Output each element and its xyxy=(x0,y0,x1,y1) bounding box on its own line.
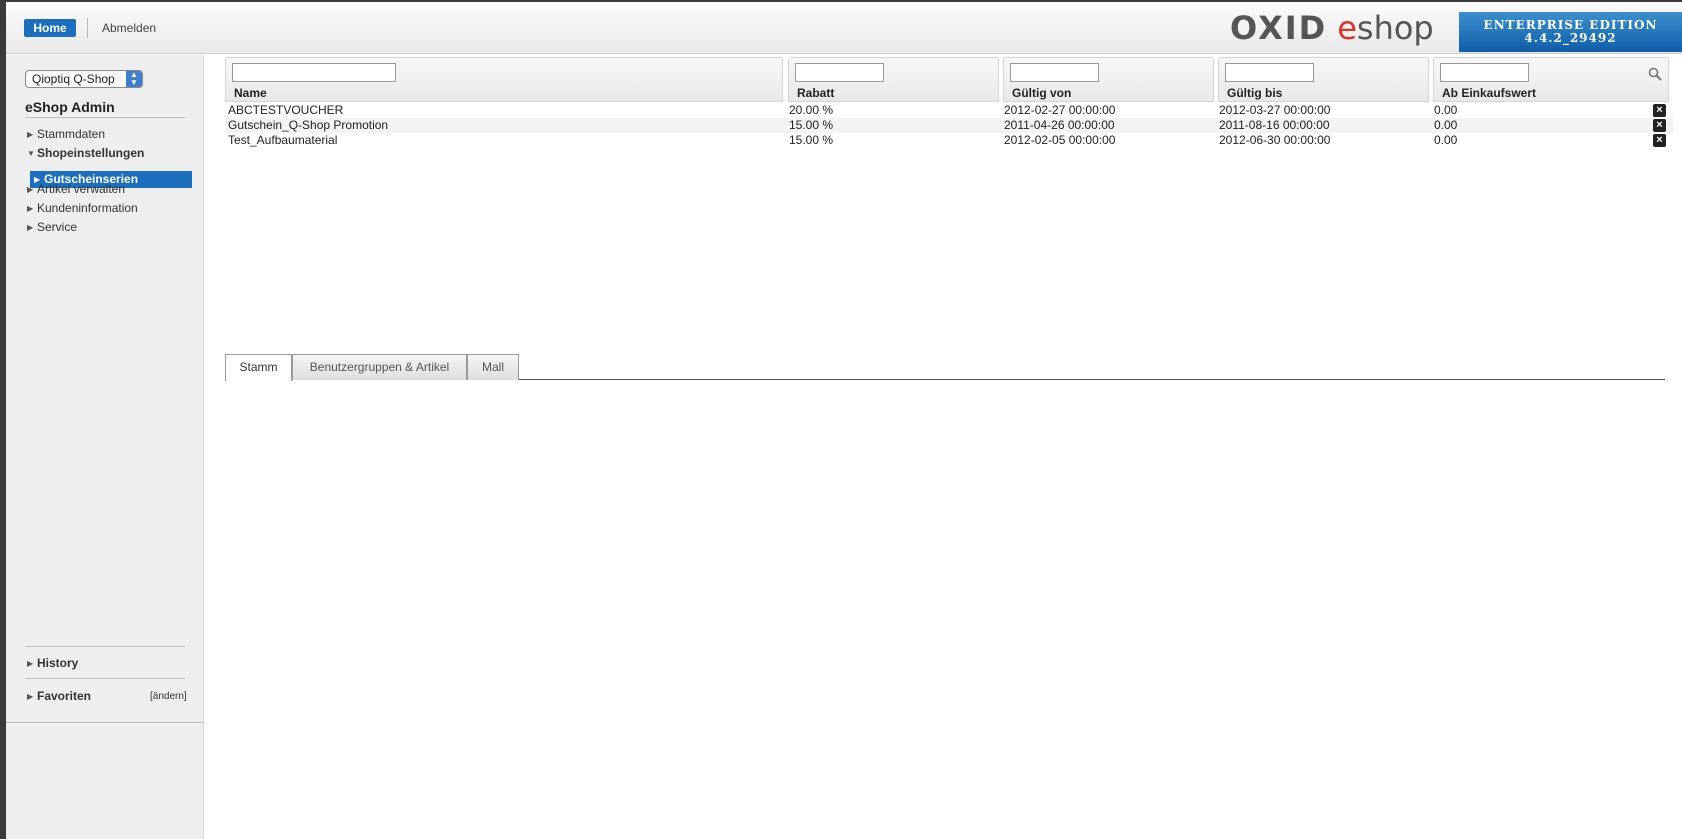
delete-icon[interactable]: × xyxy=(1653,119,1666,132)
cell-gueltig-von: 2012-02-05 00:00:00 xyxy=(1004,133,1116,147)
search-icon[interactable] xyxy=(1648,67,1662,81)
filter-ab-einkaufswert-input[interactable] xyxy=(1440,63,1529,82)
cell-name[interactable]: Test_Aufbaumaterial xyxy=(228,133,337,148)
nav-item-favoriten[interactable]: ▶ Favoriten xyxy=(27,689,91,703)
nav-item-label: Stammdaten xyxy=(37,127,106,141)
sidebar-bottom-divider xyxy=(6,722,204,723)
table-row[interactable]: Test_Aufbaumaterial 15.00 % 2012-02-05 0… xyxy=(225,133,1673,148)
nav-item-stammdaten[interactable]: ▶ Stammdaten xyxy=(27,127,105,141)
nav-item-label: Service xyxy=(37,220,78,234)
triangle-right-icon: ▶ xyxy=(27,692,34,701)
cell-gueltig-bis: 2011-08-16 00:00:00 xyxy=(1219,118,1330,132)
nav-item-artikel-verwalten[interactable]: ▶ Artikel verwalten xyxy=(27,182,125,196)
column-header-rabatt: Rabatt xyxy=(788,57,999,102)
nav-item-label: Artikel verwalten xyxy=(37,182,126,196)
nav-item-history[interactable]: ▶ History xyxy=(27,656,78,670)
shop-select[interactable]: Qioptiq Q-Shop ▲ ▼ xyxy=(25,70,143,88)
cell-name[interactable]: Gutschein_Q-Shop Promotion xyxy=(228,118,388,133)
shop-select-value: Qioptiq Q-Shop xyxy=(32,72,115,86)
table-row[interactable]: ABCTESTVOUCHER 20.00 % 2012-02-27 00:00:… xyxy=(225,103,1673,118)
triangle-right-icon: ▶ xyxy=(27,185,34,194)
triangle-right-icon: ▶ xyxy=(27,204,34,213)
sidebar-divider xyxy=(25,678,185,679)
cell-rabatt: 20.00 % xyxy=(789,103,834,117)
nav-item-service[interactable]: ▶ Service xyxy=(27,220,77,234)
column-label: Rabatt xyxy=(797,86,835,100)
cell-ab-einkaufswert: 0.00 xyxy=(1434,133,1458,147)
nav-item-label: Favoriten xyxy=(37,689,92,703)
cell-rabatt: 15.00 % xyxy=(789,133,834,147)
list-header: Name Rabatt Gültig von Gültig bis Ab Ein… xyxy=(225,57,1669,102)
column-label: Gültig bis xyxy=(1227,86,1283,100)
detail-tabs: Stamm Benutzergruppen & Artikel Mall xyxy=(225,354,1665,381)
column-header-gueltig-von: Gültig von xyxy=(1003,57,1214,102)
column-header-ab-einkaufswert: Ab Einkaufswert xyxy=(1433,57,1669,102)
edition-badge: ENTERPRISE EDITION 4.4.2_29492 xyxy=(1459,12,1682,52)
delete-icon[interactable]: × xyxy=(1653,104,1666,117)
cell-name[interactable]: ABCTESTVOUCHER xyxy=(228,103,343,118)
nav-item-shopeinstellungen[interactable]: ▼ Shopeinstellungen xyxy=(27,146,144,160)
nav-item-label: Shopeinstellungen xyxy=(37,146,145,160)
table-row[interactable]: Gutschein_Q-Shop Promotion 15.00 % 2011-… xyxy=(225,118,1673,133)
cell-gueltig-von: 2011-04-26 00:00:00 xyxy=(1004,118,1115,132)
sidebar: Qioptiq Q-Shop ▲ ▼ eShop Admin ▶ Stammdate… xyxy=(6,55,204,839)
nav-item-label: Kundeninformation xyxy=(37,201,138,215)
top-header: Home Abmelden OXID eshop ENTERPRISE EDITI… xyxy=(6,2,1682,54)
header-divider xyxy=(87,18,88,38)
filter-name-input[interactable] xyxy=(232,63,396,82)
column-label: Gültig von xyxy=(1012,86,1072,100)
cell-gueltig-von: 2012-02-27 00:00:00 xyxy=(1004,103,1116,117)
triangle-right-icon: ▶ xyxy=(27,223,34,232)
favorites-edit-link[interactable]: [ändern] xyxy=(150,691,187,702)
cell-ab-einkaufswert: 0.00 xyxy=(1434,118,1458,132)
column-label: Name xyxy=(234,86,267,100)
delete-icon[interactable]: × xyxy=(1653,134,1666,147)
voucher-series-table: ABCTESTVOUCHER 20.00 % 2012-02-27 00:00:… xyxy=(225,103,1673,148)
edition-version: 4.4.2_29492 xyxy=(1524,31,1617,45)
cell-gueltig-bis: 2012-03-27 00:00:00 xyxy=(1219,103,1331,117)
sidebar-divider xyxy=(25,117,185,118)
filter-rabatt-input[interactable] xyxy=(795,63,884,82)
column-label: Ab Einkaufswert xyxy=(1442,86,1537,100)
cell-gueltig-bis: 2012-06-30 00:00:00 xyxy=(1219,133,1331,147)
filter-gueltig-bis-input[interactable] xyxy=(1225,63,1314,82)
app-window: Home Abmelden OXID eshop ENTERPRISE EDITI… xyxy=(6,2,1682,839)
select-arrows-icon: ▲ ▼ xyxy=(126,71,142,87)
sidebar-divider xyxy=(25,646,185,647)
nav-item-kundeninformation[interactable]: ▶ Kundeninformation xyxy=(27,201,138,215)
tab-mall[interactable]: Mall xyxy=(467,354,519,380)
tab-stamm[interactable]: Stamm xyxy=(225,354,292,381)
logout-link[interactable]: Abmelden xyxy=(102,21,156,35)
tab-benutzergruppen-artikel[interactable]: Benutzergruppen & Artikel xyxy=(292,354,467,380)
home-button[interactable]: Home xyxy=(24,19,76,37)
column-header-name: Name xyxy=(225,57,783,102)
column-header-gueltig-bis: Gültig bis xyxy=(1218,57,1429,102)
triangle-down-icon: ▼ xyxy=(27,149,35,158)
nav-item-label: History xyxy=(37,656,79,670)
cell-rabatt: 15.00 % xyxy=(789,118,834,132)
filter-gueltig-von-input[interactable] xyxy=(1010,63,1099,82)
triangle-right-icon: ▶ xyxy=(27,130,34,139)
cell-ab-einkaufswert: 0.00 xyxy=(1434,103,1458,117)
triangle-right-icon: ▶ xyxy=(27,659,34,668)
admin-title: eShop Admin xyxy=(25,99,115,115)
oxid-eshop-logo: OXID eshop xyxy=(1230,9,1434,47)
